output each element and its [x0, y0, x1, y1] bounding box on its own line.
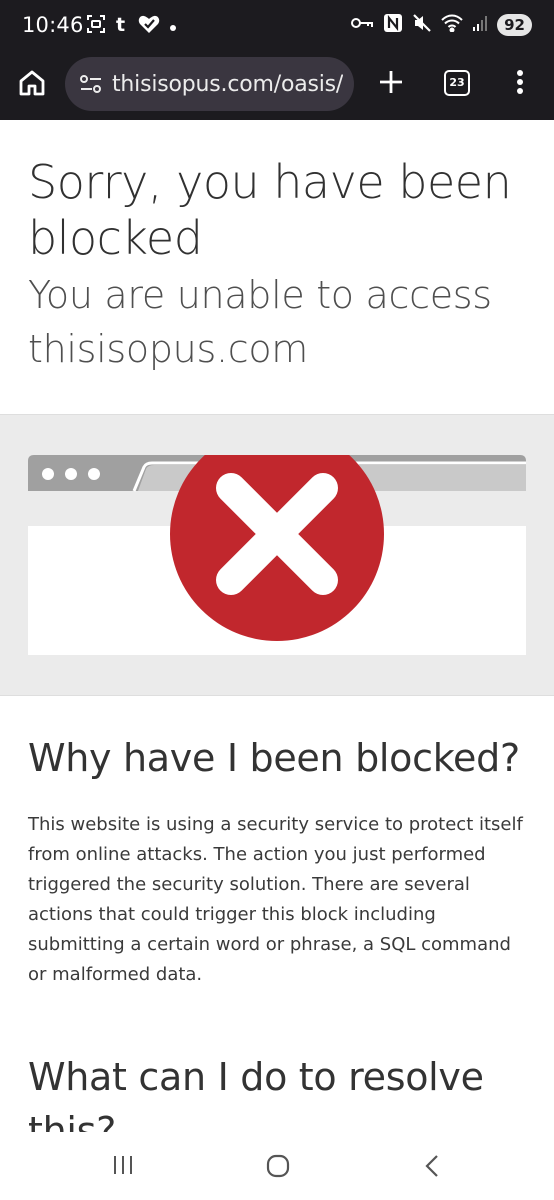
page-subtitle: You are unable to access thisisopus.com — [28, 273, 492, 371]
battery-indicator: 92 — [497, 14, 532, 36]
nfc-icon — [383, 13, 403, 37]
signal-icon — [472, 14, 488, 36]
why-blocked-text: This website is using a security service… — [28, 814, 523, 985]
browser-toolbar: thisisopus.com/oasis/ 23 — [0, 54, 554, 120]
url-text[interactable]: thisisopus.com/oasis/ — [112, 72, 343, 97]
blocked-illustration-band — [0, 414, 554, 696]
why-blocked-heading: Why have I been blocked? — [28, 736, 520, 780]
recents-icon[interactable] — [112, 1154, 134, 1180]
dot-icon — [169, 17, 177, 36]
more-options-icon[interactable] — [516, 69, 524, 99]
mute-icon — [412, 13, 432, 37]
tumblr-icon: t — [115, 14, 129, 38]
wifi-icon — [441, 14, 463, 36]
page-title: Sorry, you have been blocked — [28, 155, 512, 265]
new-tab-icon[interactable] — [378, 69, 404, 99]
vpn-key-icon — [350, 15, 374, 35]
svg-text:t: t — [116, 14, 125, 34]
tab-switcher-button[interactable]: 23 — [444, 70, 470, 96]
web-page: Sorry, you have been blocked You are una… — [0, 120, 554, 1132]
screenshot-icon — [86, 14, 106, 38]
back-icon[interactable] — [424, 1154, 440, 1182]
heart-check-icon — [138, 14, 160, 38]
resolve-heading: What can I do to resolve this? — [28, 1055, 484, 1132]
system-nav-bar — [0, 1132, 554, 1200]
home-icon[interactable] — [18, 70, 46, 100]
status-time: 10:46 — [22, 13, 84, 37]
site-settings-icon[interactable] — [79, 73, 103, 95]
address-bar[interactable]: thisisopus.com/oasis/ — [65, 57, 354, 111]
home-button-icon[interactable] — [266, 1154, 290, 1182]
blocked-browser-illustration — [28, 455, 526, 655]
status-bar: 10:46 t 92 — [0, 0, 554, 54]
